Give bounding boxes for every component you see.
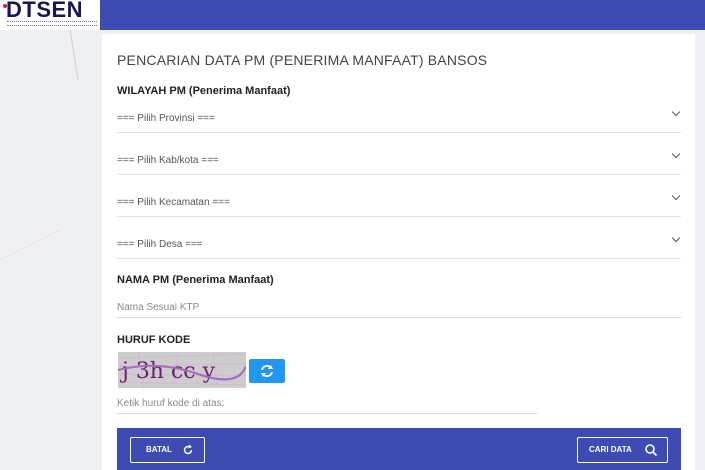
captcha-graphic: j 3h cc y: [117, 351, 247, 389]
kabkota-select-value: === Pilih Kab/kota ===: [117, 155, 219, 166]
form-action-bar: BATAL CARI DATA: [117, 428, 681, 470]
batal-button[interactable]: BATAL: [130, 437, 205, 463]
desa-select-value: === Pilih Desa ===: [117, 239, 203, 250]
provinsi-select[interactable]: === Pilih Provinsi ===: [117, 106, 681, 133]
chevron-down-icon: [671, 233, 681, 243]
search-form-card: PENCARIAN DATA PM (PENERIMA MANFAAT) BAN…: [102, 34, 695, 470]
kecamatan-select[interactable]: === Pilih Kecamatan ===: [117, 190, 681, 217]
batal-button-label: BATAL: [146, 445, 172, 454]
cari-data-button-label: CARI DATA: [589, 445, 632, 454]
chevron-down-icon: [671, 107, 681, 117]
kabkota-select[interactable]: === Pilih Kab/kota ===: [117, 148, 681, 175]
captcha-text: j 3h cc y: [119, 359, 216, 384]
logo-tagline-pattern: [7, 21, 97, 26]
logo-text: DTSEN: [6, 0, 84, 22]
refresh-captcha-button[interactable]: [249, 359, 285, 383]
nama-input[interactable]: [117, 297, 681, 318]
cari-data-button[interactable]: CARI DATA: [577, 437, 668, 463]
wilayah-section-label: WILAYAH PM (Penerima Manfaat): [117, 85, 291, 97]
dtsen-logo[interactable]: DTSEN: [0, 0, 100, 30]
top-bar: DTSEN: [0, 0, 705, 30]
page-title: PENCARIAN DATA PM (PENERIMA MANFAAT) BAN…: [117, 52, 488, 68]
kecamatan-select-value: === Pilih Kecamatan ===: [117, 197, 230, 208]
captcha-image: j 3h cc y: [117, 351, 247, 389]
nama-section-label: NAMA PM (Penerima Manfaat): [117, 274, 274, 286]
refresh-icon: [261, 365, 273, 377]
chevron-down-icon: [671, 191, 681, 201]
desa-select[interactable]: === Pilih Desa ===: [117, 232, 681, 259]
kode-section-label: HURUF KODE: [117, 334, 191, 346]
refresh-icon: [183, 444, 193, 455]
provinsi-select-value: === Pilih Provinsi ===: [117, 113, 215, 124]
search-icon: [645, 444, 658, 457]
chevron-down-icon: [671, 149, 681, 159]
kode-input[interactable]: [117, 393, 537, 414]
